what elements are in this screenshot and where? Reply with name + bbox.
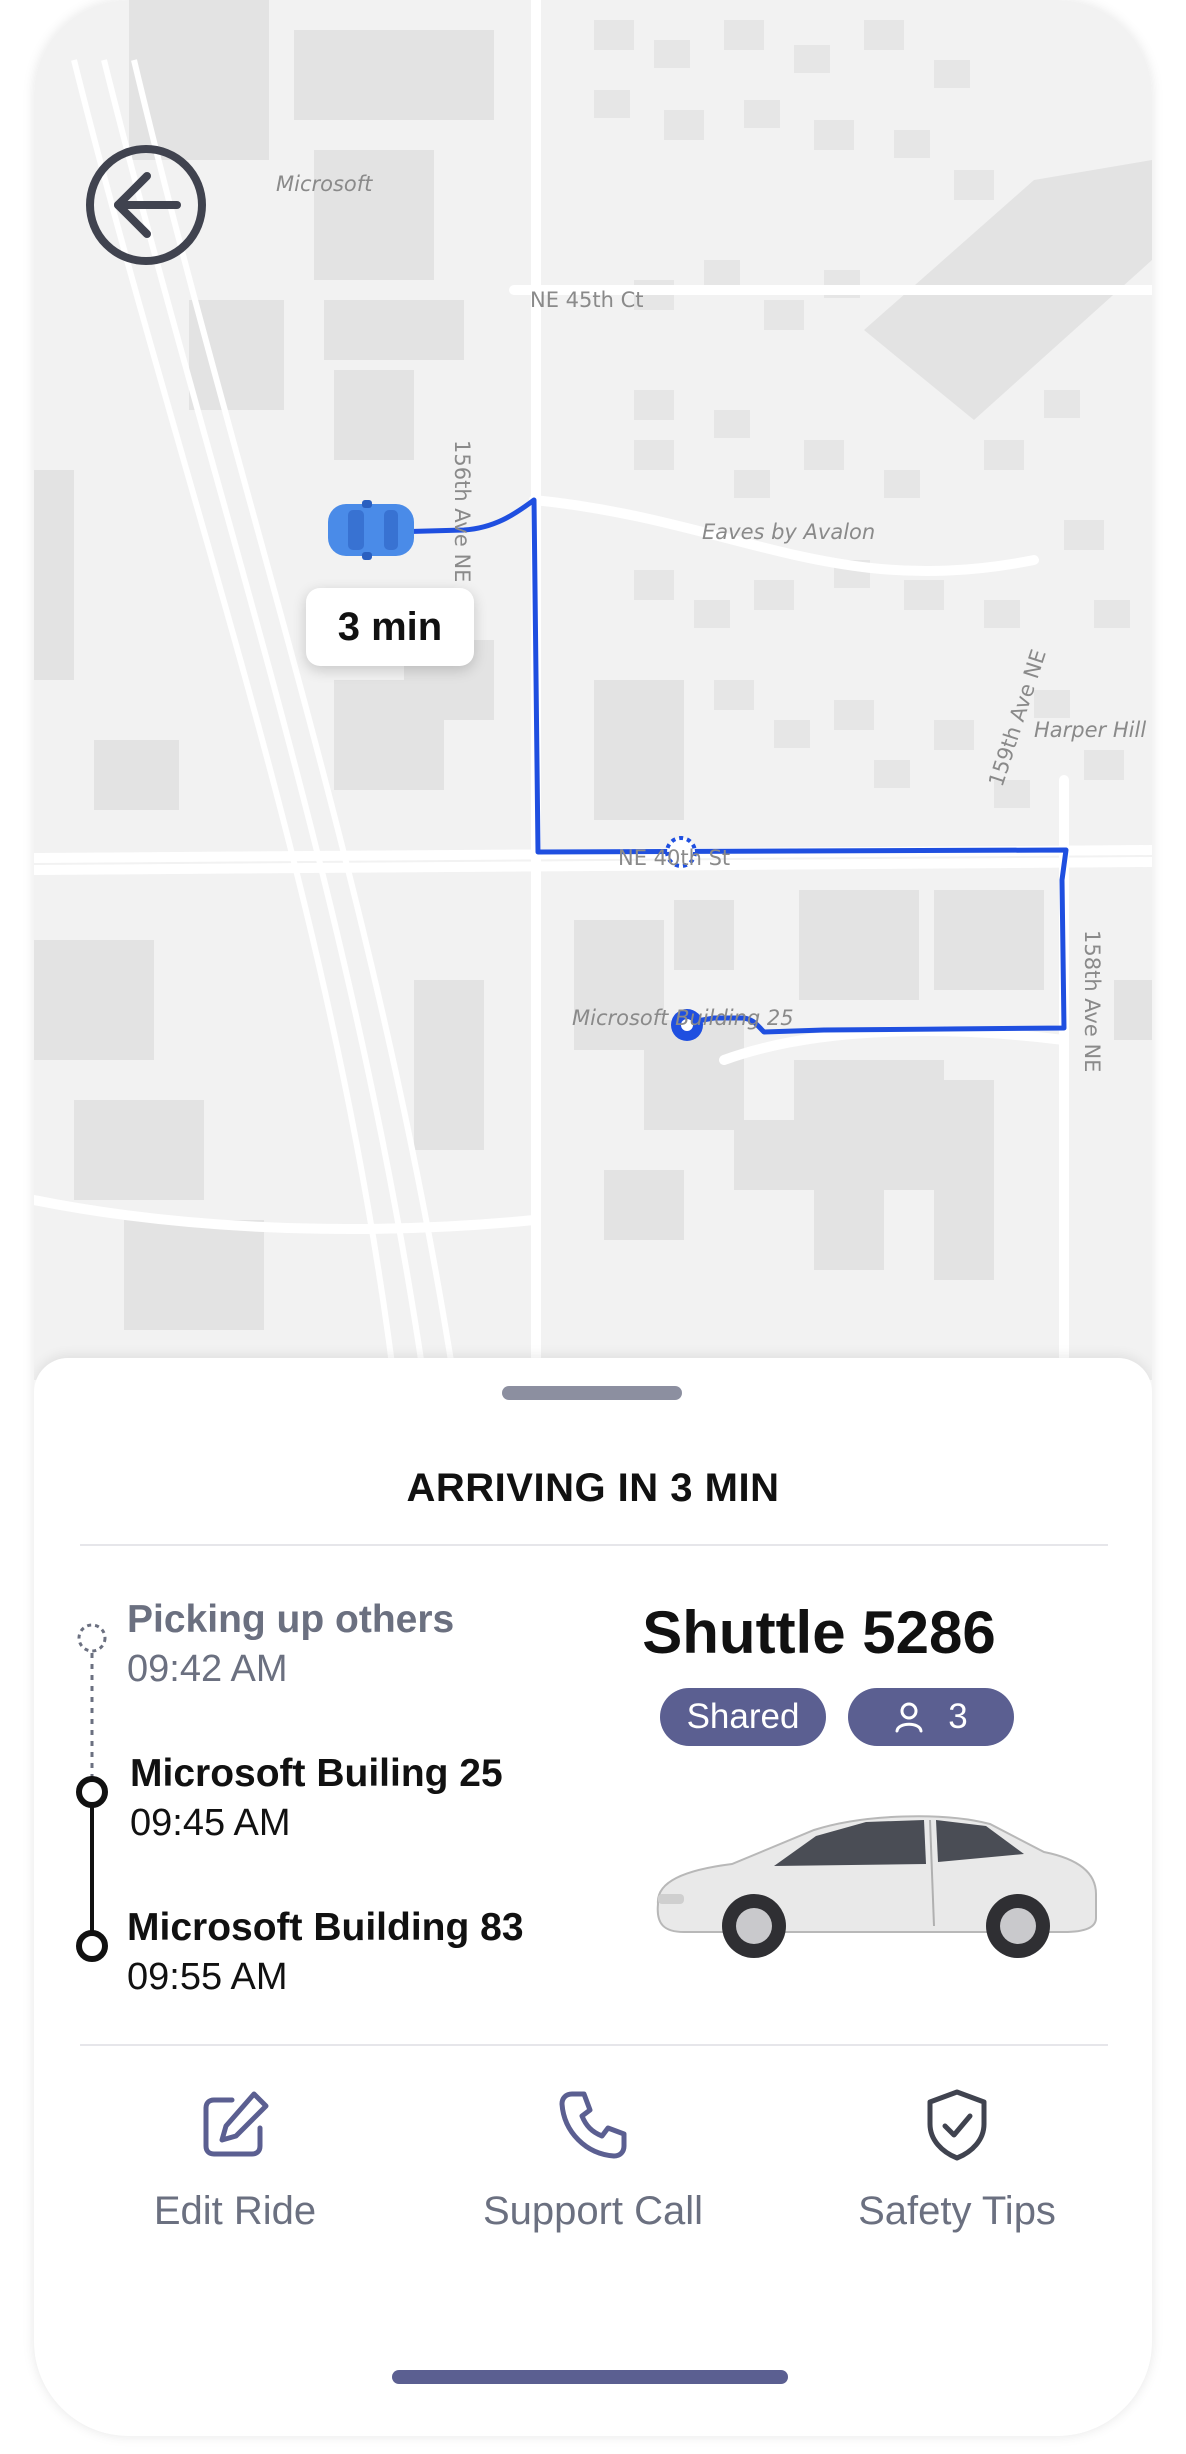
back-arrow-icon <box>86 145 206 265</box>
map-label-microsoft: Microsoft <box>276 172 373 196</box>
safety-tips-button[interactable]: Safety Tips <box>812 2088 1102 2234</box>
map-label-microsoft-building-25: Microsoft Building 25 <box>572 1006 794 1030</box>
stop-time: 09:45 AM <box>130 1802 291 1844</box>
vehicle-name: Shuttle 5286 <box>642 1599 996 1666</box>
trip-timeline <box>76 1623 108 1962</box>
arrival-status-title: ARRIVING IN 3 MIN <box>406 1466 780 1510</box>
stop-pickup: Microsoft Builing 25 09:45 AM <box>130 1752 503 1845</box>
dropoff-stop-icon <box>76 1930 108 1962</box>
map-label-156th-ave: 156th Ave NE <box>450 440 474 583</box>
eta-bubble: 3 min <box>306 588 474 666</box>
ride-details-sheet: ARRIVING IN 3 MIN Picking up others 09:4… <box>34 1358 1152 2436</box>
stop-name: Microsoft Building 83 <box>127 1906 524 1949</box>
map-label-158th-ave: 158th Ave NE <box>1080 930 1104 1073</box>
support-call-button[interactable]: Support Call <box>448 2088 738 2234</box>
map-label-ne-40th-st: NE 40th St <box>618 846 731 870</box>
sheet-drag-handle[interactable] <box>502 1386 682 1400</box>
vehicle-image <box>656 1815 1097 1958</box>
action-label: Safety Tips <box>858 2189 1056 2233</box>
map-view[interactable]: Microsoft NE 45th Ct 156th Ave NE Eaves … <box>34 0 1152 1380</box>
passenger-count: 3 <box>948 1697 968 1736</box>
phone-screen: Microsoft NE 45th Ct 156th Ave NE Eaves … <box>34 0 1152 2436</box>
divider <box>80 1544 1108 1546</box>
edit-ride-button[interactable]: Edit Ride <box>90 2088 380 2234</box>
map-label-harper-hill: Harper Hill <box>1034 718 1147 742</box>
action-label: Support Call <box>482 2189 704 2233</box>
stop-time: 09:55 AM <box>127 1956 288 1998</box>
phone-icon <box>559 2091 627 2159</box>
stop-name: Microsoft Builing 25 <box>130 1752 503 1795</box>
action-label: Edit Ride <box>153 2189 317 2233</box>
stop-time: 09:42 AM <box>127 1648 288 1690</box>
pending-stop-icon <box>77 1623 107 1653</box>
pickup-stop-icon <box>76 1776 108 1808</box>
back-button[interactable] <box>85 144 207 266</box>
home-indicator[interactable] <box>392 2370 788 2384</box>
divider <box>80 2044 1108 2046</box>
stop-name: Picking up others <box>127 1598 455 1641</box>
ride-type-badge: Shared <box>660 1688 826 1746</box>
map-label-eaves-by-avalon: Eaves by Avalon <box>702 520 876 544</box>
stop-dropoff: Microsoft Building 83 09:55 AM <box>127 1906 524 1999</box>
shield-check-icon <box>927 2089 987 2161</box>
map-label-ne-45th-ct: NE 45th Ct <box>530 288 644 312</box>
vehicle-location-icon <box>324 498 420 562</box>
edit-icon <box>203 2091 269 2157</box>
stop-pending: Picking up others 09:42 AM <box>127 1598 454 1691</box>
person-icon <box>895 1702 923 1733</box>
passenger-count-badge: 3 <box>848 1688 1014 1746</box>
